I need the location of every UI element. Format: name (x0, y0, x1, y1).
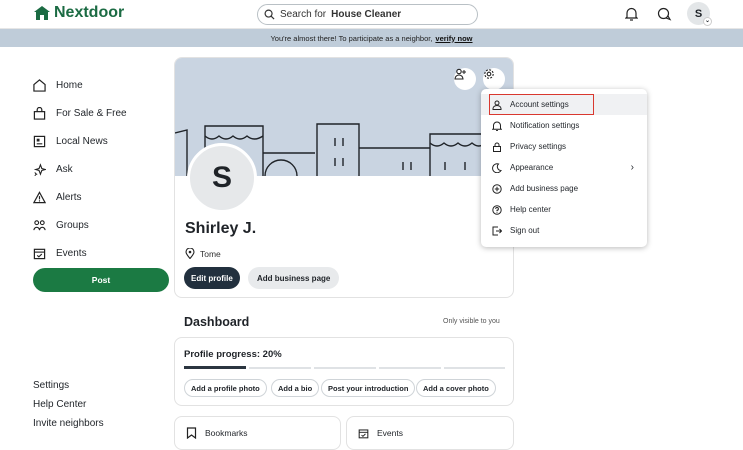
profile-progress-card: Profile progress: 20% Add a profile phot… (174, 337, 514, 406)
progress-segment (314, 367, 376, 369)
sidebar-item-for-sale[interactable]: For Sale & Free (33, 99, 173, 127)
help-center-link[interactable]: Help Center (33, 399, 104, 418)
menu-item-label: Add business page (510, 184, 579, 193)
groups-icon (33, 219, 46, 230)
profile-card: S Shirley J. Tome Edit profile Add busin… (174, 57, 514, 298)
settings-link[interactable]: Settings (33, 380, 104, 399)
gear-icon (484, 69, 494, 79)
highlight-box (489, 94, 594, 115)
progress-segment (249, 367, 311, 369)
logo-text: Nextdoor (54, 4, 125, 21)
edit-profile-button[interactable]: Edit profile (184, 267, 240, 289)
menu-item-help-center[interactable]: Help center (481, 199, 647, 220)
profile-name: Shirley J. (185, 220, 257, 237)
sidebar-item-label: Local News (56, 135, 108, 147)
user-avatar-button[interactable]: S ⌄ (687, 2, 712, 26)
location-text: Tome (200, 248, 221, 259)
lock-icon (493, 142, 501, 152)
progress-segment (379, 367, 441, 369)
sidebar-item-label: Events (56, 247, 87, 259)
sidebar-item-groups[interactable]: Groups (33, 211, 173, 239)
bell-icon (492, 121, 502, 131)
house-logo-icon (34, 6, 50, 20)
bookmark-icon (186, 427, 197, 439)
moon-icon (492, 162, 502, 173)
footer-links: Settings Help Center Invite neighbors (33, 380, 104, 437)
menu-item-label: Notification settings (510, 121, 580, 130)
post-button[interactable]: Post (33, 268, 169, 292)
sparkle-icon (33, 162, 46, 176)
menu-item-label: Appearance (510, 163, 554, 172)
alert-icon (33, 190, 46, 203)
sidebar-item-label: For Sale & Free (56, 107, 127, 119)
sidebar-item-local-news[interactable]: Local News (33, 127, 173, 155)
sidebar-item-label: Home (56, 79, 83, 91)
profile-location: Tome (185, 248, 221, 259)
menu-item-notification-settings[interactable]: Notification settings (481, 115, 647, 136)
top-bar: Nextdoor Search for House Cleaner S ⌄ (0, 0, 743, 29)
visibility-note: Only visible to you (443, 318, 500, 325)
sidebar-item-ask[interactable]: Ask (33, 155, 173, 183)
menu-item-privacy-settings[interactable]: Privacy settings (481, 136, 647, 157)
add-friend-button[interactable] (454, 68, 476, 90)
calendar-icon (33, 248, 46, 259)
chat-icon[interactable] (654, 4, 674, 24)
search-prefix: Search for (280, 9, 327, 20)
bell-icon[interactable] (621, 4, 641, 24)
verify-banner: You're almost there! To participate as a… (0, 29, 743, 47)
sidebar-item-label: Ask (56, 163, 73, 175)
events-card[interactable]: Events (346, 416, 514, 450)
bag-icon (33, 106, 46, 120)
invite-neighbors-link[interactable]: Invite neighbors (33, 418, 104, 437)
progress-segment-complete (184, 366, 246, 369)
settings-gear-button[interactable] (483, 68, 505, 90)
avatar-letter: S (694, 7, 703, 20)
menu-item-appearance[interactable]: Appearance › (481, 157, 647, 178)
menu-item-sign-out[interactable]: Sign out (481, 220, 647, 241)
calendar-icon (358, 428, 369, 438)
sidebar-nav: Home For Sale & Free Local News Ask Aler… (33, 71, 173, 267)
menu-item-label: Privacy settings (510, 142, 567, 151)
search-term: House Cleaner (331, 9, 402, 20)
sidebar-item-label: Groups (56, 219, 89, 231)
location-pin-icon (185, 248, 195, 259)
add-bio-chip[interactable]: Add a bio (271, 379, 320, 397)
add-profile-photo-chip[interactable]: Add a profile photo (184, 379, 267, 397)
news-icon (33, 135, 46, 147)
nextdoor-logo[interactable]: Nextdoor (34, 4, 124, 22)
sidebar-item-home[interactable]: Home (33, 71, 173, 99)
signout-icon (492, 226, 502, 235)
dashboard-title: Dashboard (184, 315, 250, 329)
search-bar[interactable]: Search for House Cleaner (257, 4, 478, 25)
menu-item-label: Help center (510, 205, 551, 214)
menu-item-add-business-page[interactable]: Add business page (481, 178, 647, 199)
profile-avatar[interactable]: S (187, 143, 257, 213)
banner-text: You're almost there! To participate as a… (270, 33, 433, 43)
add-cover-photo-chip[interactable]: Add a cover photo (416, 379, 496, 397)
bookmarks-label: Bookmarks (205, 428, 248, 438)
home-icon (33, 78, 46, 92)
search-icon (264, 9, 275, 20)
post-introduction-chip[interactable]: Post your introduction (321, 379, 416, 397)
person-add-icon (454, 68, 466, 80)
sidebar-item-alerts[interactable]: Alerts (33, 183, 173, 211)
menu-item-label: Sign out (510, 226, 540, 235)
progress-title: Profile progress: 20% (184, 349, 282, 360)
plus-circle-icon (492, 183, 502, 194)
progress-segment (444, 367, 505, 369)
bookmarks-card[interactable]: Bookmarks (174, 416, 341, 450)
sidebar-item-label: Alerts (56, 191, 82, 203)
events-label: Events (377, 428, 403, 438)
verify-now-link[interactable]: verify now (435, 34, 472, 43)
sidebar-item-events[interactable]: Events (33, 239, 173, 267)
add-business-page-button[interactable]: Add business page (248, 267, 340, 289)
chevron-right-icon: › (630, 162, 634, 173)
chevron-down-icon: ⌄ (703, 17, 712, 26)
help-icon (492, 204, 502, 215)
